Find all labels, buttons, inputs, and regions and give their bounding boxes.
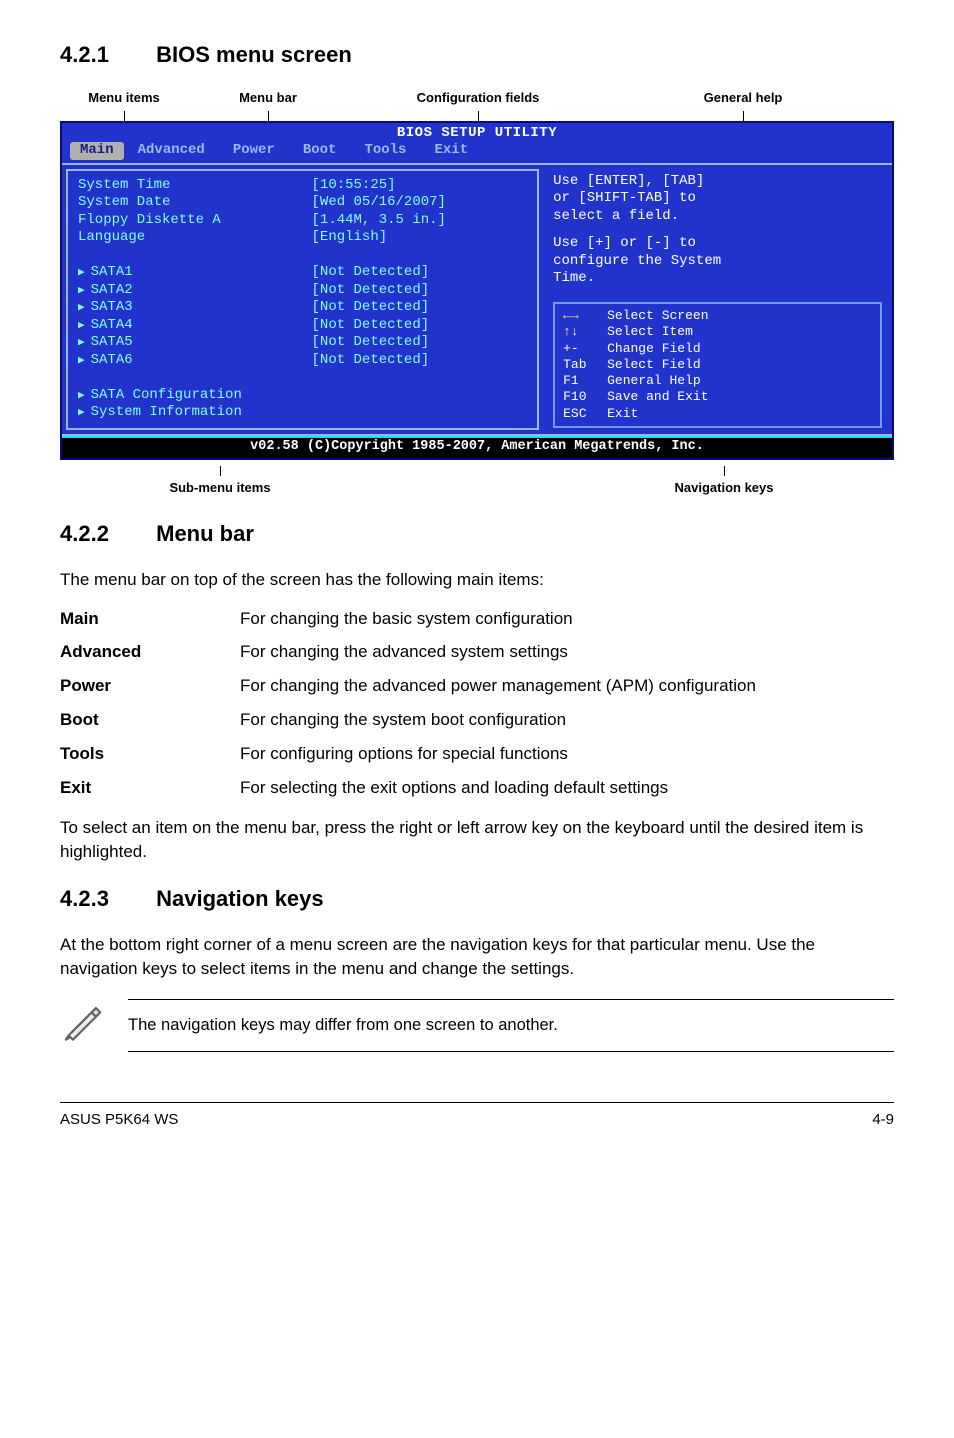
- nav-desc: Save and Exit: [607, 389, 708, 405]
- footer-right: 4-9: [872, 1109, 894, 1130]
- bios-help-line: Time.: [553, 270, 882, 288]
- def-desc: For changing the system boot configurati…: [240, 703, 756, 737]
- navkeys-para: At the bottom right corner of a menu scr…: [60, 933, 894, 981]
- bios-value-floppy: [1.44M, 3.5 in.]: [312, 212, 528, 230]
- def-desc: For changing the basic system configurat…: [240, 602, 756, 636]
- bios-value-language: [English]: [312, 229, 528, 247]
- bios-figure: Menu items Menu bar Configuration fields…: [60, 89, 894, 497]
- def-desc: For changing the advanced power manageme…: [240, 669, 756, 703]
- bios-value-sata3: [Not Detected]: [312, 299, 528, 317]
- nav-key: ESC: [563, 406, 607, 422]
- bios-footer: v02.58 (C)Copyright 1985-2007, American …: [62, 436, 892, 458]
- bios-submenu-sata4[interactable]: SATA4: [78, 317, 312, 335]
- def-term: Exit: [60, 771, 240, 805]
- figure-bottom-labels: Sub-menu items Navigation keys: [60, 466, 894, 497]
- label-sub-menu-items: Sub-menu items: [169, 480, 270, 495]
- bios-submenu-sata6[interactable]: SATA6: [78, 352, 312, 370]
- def-desc: For selecting the exit options and loadi…: [240, 771, 756, 805]
- menubar-outro: To select an item on the menu bar, press…: [60, 816, 894, 864]
- nav-key: F1: [563, 373, 607, 389]
- nav-key: ←→: [563, 308, 607, 324]
- bios-help-line: select a field.: [553, 208, 882, 226]
- section-number: 4.2.2: [60, 519, 150, 550]
- bios-left-pane: System Time System Date Floppy Diskette …: [66, 169, 539, 430]
- nav-key: +-: [563, 341, 607, 357]
- footer-left: ASUS P5K64 WS: [60, 1109, 178, 1130]
- bios-item-floppy[interactable]: Floppy Diskette A: [78, 212, 312, 230]
- def-term: Tools: [60, 737, 240, 771]
- label-general-help: General help: [704, 90, 783, 105]
- bios-value-date: [Wed 05/16/2007]: [312, 194, 528, 212]
- note-divider: [128, 1051, 894, 1052]
- def-term: Advanced: [60, 635, 240, 669]
- bios-item-language[interactable]: Language: [78, 229, 312, 247]
- section-number: 4.2.1: [60, 40, 150, 71]
- bios-submenu-system-info[interactable]: System Information: [78, 404, 312, 422]
- section-heading-4-2-2: 4.2.2 Menu bar: [60, 519, 894, 550]
- bios-tab-exit[interactable]: Exit: [420, 142, 482, 160]
- bios-value-sata2: [Not Detected]: [312, 282, 528, 300]
- note-text: The navigation keys may differ from one …: [128, 1000, 894, 1051]
- section-title: Navigation keys: [156, 886, 324, 911]
- pencil-icon: [60, 998, 106, 1051]
- figure-top-ticks: [60, 111, 894, 121]
- bios-title: BIOS SETUP UTILITY: [62, 123, 892, 143]
- bios-help-line: Use [+] or [-] to: [553, 235, 882, 253]
- bios-tab-power[interactable]: Power: [219, 142, 289, 160]
- bios-help-pane: Use [ENTER], [TAB] or [SHIFT-TAB] to sel…: [543, 165, 892, 434]
- def-desc: For configuring options for special func…: [240, 737, 756, 771]
- bios-nav-keys-box: ←→Select Screen ↑↓Select Item +-Change F…: [553, 302, 882, 428]
- bios-menubar: Main Advanced Power Boot Tools Exit: [62, 142, 892, 163]
- nav-desc: Exit: [607, 406, 638, 422]
- bios-value-sata4: [Not Detected]: [312, 317, 528, 335]
- nav-desc: Select Item: [607, 324, 693, 340]
- bios-help-line: or [SHIFT-TAB] to: [553, 190, 882, 208]
- bios-submenu-sata-config[interactable]: SATA Configuration: [78, 387, 312, 405]
- bios-submenu-sata2[interactable]: SATA2: [78, 282, 312, 300]
- menubar-definitions: MainFor changing the basic system config…: [60, 602, 756, 805]
- def-desc: For changing the advanced system setting…: [240, 635, 756, 669]
- section-title: Menu bar: [156, 521, 254, 546]
- nav-key: F10: [563, 389, 607, 405]
- menubar-intro: The menu bar on top of the screen has th…: [60, 568, 894, 592]
- label-config-fields: Configuration fields: [417, 90, 540, 105]
- label-menu-bar: Menu bar: [239, 90, 297, 105]
- bios-help-line: Use [ENTER], [TAB]: [553, 173, 882, 191]
- nav-desc: General Help: [607, 373, 701, 389]
- bios-value-sata1: [Not Detected]: [312, 264, 528, 282]
- bios-item-system-time[interactable]: System Time: [78, 177, 312, 195]
- section-title: BIOS menu screen: [156, 42, 352, 67]
- bios-value-sata6: [Not Detected]: [312, 352, 528, 370]
- bios-submenu-sata1[interactable]: SATA1: [78, 264, 312, 282]
- bios-submenu-sata3[interactable]: SATA3: [78, 299, 312, 317]
- nav-key: Tab: [563, 357, 607, 373]
- def-term: Main: [60, 602, 240, 636]
- section-number: 4.2.3: [60, 884, 150, 915]
- bios-tab-advanced[interactable]: Advanced: [124, 142, 219, 160]
- bios-help-line: configure the System: [553, 253, 882, 271]
- figure-top-labels: Menu items Menu bar Configuration fields…: [60, 89, 894, 107]
- section-heading-4-2-3: 4.2.3 Navigation keys: [60, 884, 894, 915]
- bios-tab-tools[interactable]: Tools: [350, 142, 420, 160]
- nav-desc: Select Screen: [607, 308, 708, 324]
- section-heading-4-2-1: 4.2.1 BIOS menu screen: [60, 40, 894, 71]
- bios-value-time: [10:55:25]: [312, 177, 528, 195]
- def-term: Power: [60, 669, 240, 703]
- bios-tab-boot[interactable]: Boot: [289, 142, 351, 160]
- bios-tab-main[interactable]: Main: [70, 142, 124, 160]
- page-footer: ASUS P5K64 WS 4-9: [60, 1102, 894, 1130]
- nav-desc: Change Field: [607, 341, 701, 357]
- label-navigation-keys: Navigation keys: [675, 480, 774, 495]
- nav-key: ↑↓: [563, 324, 607, 340]
- note-block: The navigation keys may differ from one …: [60, 998, 894, 1051]
- bios-value-sata5: [Not Detected]: [312, 334, 528, 352]
- bios-item-system-date[interactable]: System Date: [78, 194, 312, 212]
- def-term: Boot: [60, 703, 240, 737]
- label-menu-items: Menu items: [88, 90, 160, 105]
- bios-screen: BIOS SETUP UTILITY Main Advanced Power B…: [60, 121, 894, 460]
- bios-submenu-sata5[interactable]: SATA5: [78, 334, 312, 352]
- nav-desc: Select Field: [607, 357, 701, 373]
